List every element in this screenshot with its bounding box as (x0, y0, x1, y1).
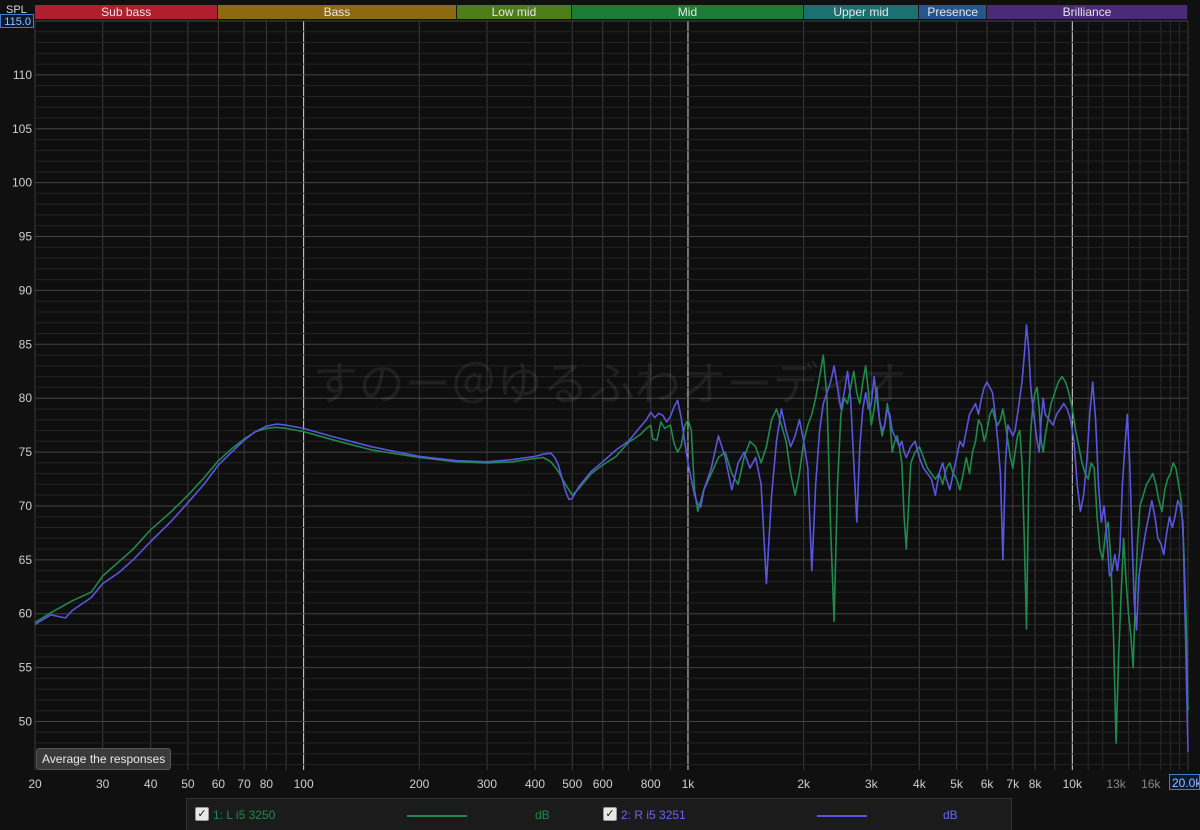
x-tick-label: 80 (260, 777, 274, 791)
x-tick-label: 800 (641, 777, 661, 791)
x-tick-label: 4k (913, 777, 927, 791)
legend-index-right: 2: (621, 808, 632, 822)
legend-item-left: ✓ 1: L i5 3250 dB (195, 807, 555, 823)
y-tick-label: 70 (19, 499, 33, 513)
y-tick-label: 60 (19, 607, 33, 621)
x-axis-ticks: 20 30 40 50 60 70 80 100 200 300 400 500 600 800 1k 2k 3… (28, 777, 1161, 791)
x-tick-label: 500 (562, 777, 582, 791)
legend-unit-left: dB (535, 808, 550, 822)
rew-spl-graph-window: Sub bass Bass Low mid Mid Upper mid Presence B… (0, 0, 1200, 830)
x-tick-label: 100 (294, 777, 314, 791)
x-tick-label: 30 (96, 777, 110, 791)
x-tick-label: 300 (477, 777, 497, 791)
legend-swatch-right (817, 815, 867, 817)
y-tick-label: 95 (19, 230, 33, 244)
x-tick-label: 10k (1063, 777, 1083, 791)
x-tick-label: 600 (593, 777, 613, 791)
y-tick-label: 85 (19, 337, 33, 351)
x-tick-label: 20 (28, 777, 42, 791)
spl-chart: すのー＠ゆるふわオーディオ 50556065707580859095100105… (12, 20, 1189, 791)
x-tick-label: 8k (1029, 777, 1043, 791)
legend-checkbox-right[interactable]: ✓ (603, 807, 617, 821)
x-tick-label: 5k (950, 777, 964, 791)
legend-name-left: 1: L i5 3250 (213, 807, 275, 823)
legend-label-right: R i5 3251 (634, 808, 686, 822)
x-tick-label: 1k (682, 777, 696, 791)
y-tick-label: 75 (19, 445, 33, 459)
x-tick-label: 200 (409, 777, 429, 791)
legend-panel: ✓ 1: L i5 3250 dB ✓ 2: R i5 3251 dB (186, 798, 1012, 830)
x-tick-label: 60 (212, 777, 226, 791)
y-tick-label: 110 (13, 68, 32, 82)
legend-unit-right: dB (943, 808, 958, 822)
legend-checkbox-left[interactable]: ✓ (195, 807, 209, 821)
y-tick-label: 80 (19, 391, 33, 405)
x-tick-label: 6k (981, 777, 995, 791)
y-tick-label: 90 (19, 283, 33, 297)
x-tick-label: 7k (1006, 777, 1020, 791)
x-tick-label: 13k (1106, 777, 1126, 791)
legend-name-right: 2: R i5 3251 (621, 807, 686, 823)
y-tick-label: 50 (19, 715, 33, 729)
y-tick-label: 100 (12, 176, 32, 190)
legend-label-left: L i5 3250 (226, 808, 276, 822)
x-tick-label: 40 (144, 777, 158, 791)
legend-index-left: 1: (213, 808, 224, 822)
y-tick-label: 55 (19, 661, 33, 675)
y-tick-label: 65 (19, 553, 33, 567)
x-tick-label: 70 (237, 777, 251, 791)
legend-item-right: ✓ 2: R i5 3251 dB (603, 807, 983, 823)
y-axis-ticks: 50 55 60 65 70 75 80 85 90 95 100 105 110 (12, 68, 32, 729)
x-tick-label: 2k (797, 777, 811, 791)
y-tick-label: 105 (12, 122, 32, 136)
x-tick-label: 16k (1141, 777, 1161, 791)
x-max-input[interactable]: 20.0k (1169, 774, 1200, 790)
x-tick-label: 50 (181, 777, 195, 791)
legend-swatch-left (407, 815, 467, 817)
x-tick-label: 3k (865, 777, 879, 791)
average-responses-button[interactable]: Average the responses (36, 748, 172, 770)
x-tick-label: 400 (525, 777, 545, 791)
